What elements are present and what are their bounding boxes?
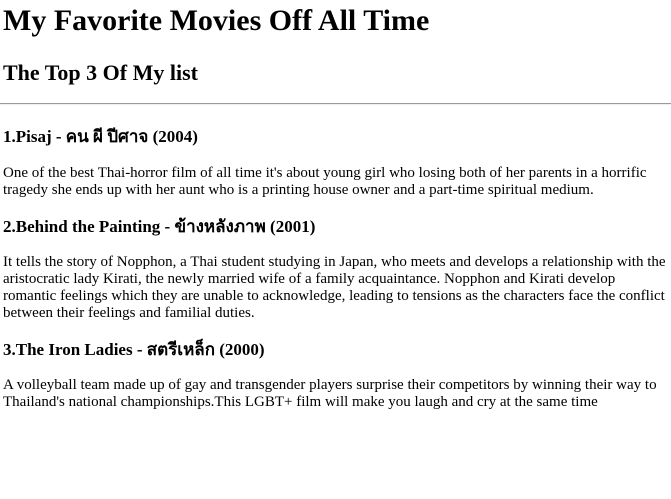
page: My Favorite Movies Off All Time The Top …	[0, 4, 671, 411]
page-title: My Favorite Movies Off All Time	[3, 4, 430, 37]
movie-description: A volleyball team made up of gay and tra…	[3, 377, 657, 410]
movie-heading: 2.Behind the Painting - ข้างหลังภาพ (200…	[3, 217, 316, 236]
movie-entry-2: 2.Behind the Painting - ข้างหลังภาพ (200…	[3, 217, 667, 322]
movie-heading: 3.The Iron Ladies - สตรีเหล็ก (2000)	[3, 340, 265, 359]
movie-heading: 1.Pisaj - คน ผี ปีศาจ (2004)	[3, 127, 198, 146]
movie-description: It tells the story of Nopphon, a Thai st…	[3, 254, 666, 321]
movie-description: One of the best Thai-horror film of all …	[3, 165, 647, 198]
movie-entry-1: 1.Pisaj - คน ผี ปีศาจ (2004) One of the …	[3, 127, 667, 199]
divider	[0, 103, 671, 105]
movie-entry-3: 3.The Iron Ladies - สตรีเหล็ก (2000) A v…	[3, 340, 667, 411]
page-subtitle: The Top 3 Of My list	[3, 60, 198, 85]
